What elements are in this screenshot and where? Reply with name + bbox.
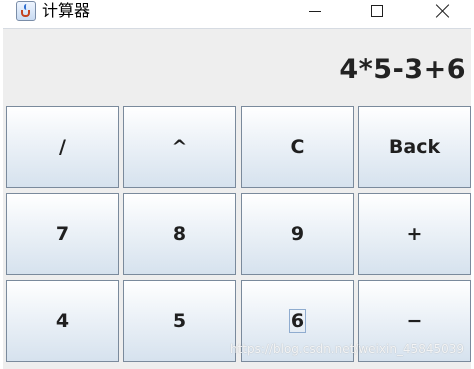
power-button[interactable]: ^ [123,106,236,188]
power-label: ^ [171,136,188,158]
five-label: 5 [172,310,187,332]
back-button[interactable]: Back [358,106,471,188]
five-button[interactable]: 5 [123,280,236,362]
seven-button[interactable]: 7 [6,193,119,275]
watermark-text: https://blog.csdn.net/weixin_45845039 [229,342,464,356]
display-panel: 4*5-3+6 [3,30,469,106]
title-bar: 计算器 [0,0,474,24]
clear-button[interactable]: C [241,106,354,188]
maximize-icon [371,5,383,17]
plus-label: + [406,223,423,245]
window-title: 计算器 [42,1,91,20]
four-label: 4 [55,310,70,332]
maximize-button[interactable] [354,0,400,22]
minus-label: − [406,310,423,332]
four-button[interactable]: 4 [6,280,119,362]
seven-label: 7 [55,223,70,245]
expression-display: 4*5-3+6 [339,54,466,85]
minimize-button[interactable] [292,0,338,22]
close-icon [436,4,450,18]
eight-button[interactable]: 8 [123,193,236,275]
nine-label: 9 [290,223,305,245]
clear-label: C [290,136,305,158]
eight-label: 8 [172,223,187,245]
six-label: 6 [288,309,307,333]
minimize-icon [309,10,321,12]
plus-button[interactable]: + [358,193,471,275]
nine-button[interactable]: 9 [241,193,354,275]
divide-button[interactable]: / [6,106,119,188]
java-cup-icon[interactable] [16,1,36,21]
close-button[interactable] [420,0,466,22]
back-label: Back [388,136,441,158]
divide-label: / [59,136,66,158]
